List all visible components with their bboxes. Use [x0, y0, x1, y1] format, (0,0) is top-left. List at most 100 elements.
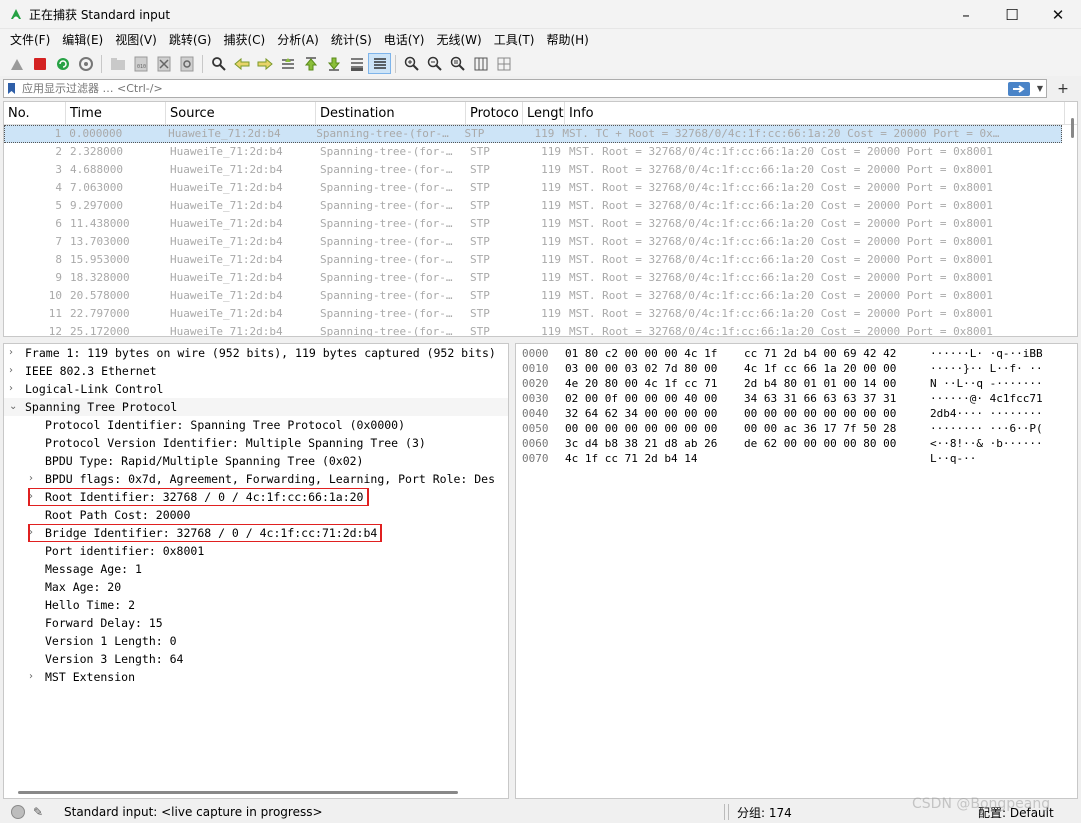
stop-capture-icon[interactable]: [28, 53, 51, 74]
menu-item[interactable]: 文件(F): [4, 29, 56, 51]
packet-cell: Spanning-tree-(for-…: [320, 325, 453, 337]
detail-tree-item[interactable]: Max Age: 20: [4, 578, 508, 596]
column-header[interactable]: Info: [565, 102, 1065, 124]
detail-tree-item[interactable]: Version 3 Length: 64: [4, 650, 508, 668]
detail-tree-item[interactable]: Spanning Tree Protocol ⌄: [4, 398, 508, 416]
chevron-right-icon[interactable]: ›: [9, 380, 19, 398]
packet-row[interactable]: 4 7.063000 HuaweiTe_71:2d:b4 Spanning-tree-…: [4, 179, 1077, 197]
menu-item[interactable]: 分析(A): [271, 29, 325, 51]
packet-row[interactable]: 11 22.797000 HuaweiTe_71:2d:b4 Spanning-tre…: [4, 305, 1077, 323]
packet-row[interactable]: 5 9.297000 HuaweiTe_71:2d:b4 Spanning-tree-…: [4, 197, 1077, 215]
byte-row[interactable]: 0010 03 00 00 03 02 7d 80 00 4c 1f cc 66 1…: [516, 361, 1077, 376]
capture-options-icon[interactable]: [74, 53, 97, 74]
chevron-right-icon[interactable]: ›: [29, 488, 39, 506]
detail-tree-item[interactable]: IEEE 802.3 Ethernet ›: [4, 362, 508, 380]
filter-history-dropdown[interactable]: ▼: [1034, 84, 1046, 93]
open-file-icon[interactable]: [106, 53, 129, 74]
chevron-right-icon[interactable]: ›: [9, 362, 19, 380]
menu-item[interactable]: 统计(S): [325, 29, 378, 51]
byte-row[interactable]: 0030 02 00 0f 00 00 00 40 00 34 63 31 66 6…: [516, 391, 1077, 406]
chevron-right-icon[interactable]: ›: [29, 470, 39, 488]
detail-tree-item[interactable]: Protocol Version Identifier: Multiple Sp…: [4, 434, 508, 452]
chevron-down-icon[interactable]: ⌄: [9, 398, 19, 416]
hex-bytes: 4c 1f cc 66 1a 20 00 00: [744, 362, 897, 375]
detail-tree-item[interactable]: Forward Delay: 15: [4, 614, 508, 632]
horizontal-scrollbar[interactable]: [18, 791, 458, 794]
column-header[interactable]: Source: [166, 102, 316, 124]
start-capture-icon[interactable]: [5, 53, 28, 74]
resize-columns-icon[interactable]: [469, 53, 492, 74]
go-back-icon[interactable]: [230, 53, 253, 74]
detail-tree-item[interactable]: Version 1 Length: 0: [4, 632, 508, 650]
minimize-button[interactable]: –: [943, 0, 989, 29]
detail-tree-item[interactable]: Port identifier: 0x8001: [4, 542, 508, 560]
byte-row[interactable]: 0060 3c d4 b8 38 21 d8 ab 26 de 62 00 00 0…: [516, 436, 1077, 451]
packet-row[interactable]: 6 11.438000 HuaweiTe_71:2d:b4 Spanning-tree…: [4, 215, 1077, 233]
column-header[interactable]: No.: [4, 102, 66, 124]
display-filter-input[interactable]: [18, 80, 1008, 97]
menu-item[interactable]: 捕获(C): [217, 29, 271, 51]
menu-item[interactable]: 电话(Y): [378, 29, 431, 51]
zoom-in-icon[interactable]: [400, 53, 423, 74]
chevron-right-icon[interactable]: ›: [29, 524, 39, 542]
column-header[interactable]: Protoco: [466, 102, 523, 124]
menu-item[interactable]: 帮助(H): [540, 29, 594, 51]
packet-row[interactable]: 7 13.703000 HuaweiTe_71:2d:b4 Spanning-tree…: [4, 233, 1077, 251]
detail-tree-item[interactable]: Protocol Identifier: Spanning Tree Proto…: [4, 416, 508, 434]
byte-row[interactable]: 0040 32 64 62 34 00 00 00 00 00 00 00 00 0…: [516, 406, 1077, 421]
detail-tree-item[interactable]: Root Identifier: 32768 / 0 / 4c:1f:cc:66…: [4, 488, 508, 506]
menu-item[interactable]: 编辑(E): [56, 29, 109, 51]
packet-row[interactable]: 2 2.328000 HuaweiTe_71:2d:b4 Spanning-tree-…: [4, 143, 1077, 161]
reload-file-icon[interactable]: [175, 53, 198, 74]
chevron-right-icon[interactable]: ›: [9, 344, 19, 362]
byte-row[interactable]: 0050 00 00 00 00 00 00 00 00 00 00 ac 36 1…: [516, 421, 1077, 436]
column-header[interactable]: Lengt: [523, 102, 565, 124]
close-button[interactable]: ✕: [1035, 0, 1081, 29]
packet-row[interactable]: 10 20.578000 HuaweiTe_71:2d:b4 Spanning-tre…: [4, 287, 1077, 305]
expert-info-icon[interactable]: [11, 805, 25, 819]
menu-item[interactable]: 视图(V): [109, 29, 163, 51]
layout-icon[interactable]: [492, 53, 515, 74]
detail-tree-item[interactable]: Frame 1: 119 bytes on wire (952 bits), 1…: [4, 344, 508, 362]
last-packet-icon[interactable]: [322, 53, 345, 74]
add-filter-button[interactable]: +: [1053, 81, 1073, 97]
byte-row[interactable]: 0070 4c 1f cc 71 2d b4 14 L··q-··: [516, 451, 1077, 466]
detail-tree-item[interactable]: Logical-Link Control ›: [4, 380, 508, 398]
detail-tree-item[interactable]: Hello Time: 2: [4, 596, 508, 614]
detail-tree-item[interactable]: Bridge Identifier: 32768 / 0 / 4c:1f:cc:…: [4, 524, 508, 542]
auto-scroll-icon[interactable]: [345, 53, 368, 74]
menu-item[interactable]: 跳转(G): [163, 29, 218, 51]
close-file-icon[interactable]: [152, 53, 175, 74]
edit-comment-icon[interactable]: ✎: [33, 805, 43, 819]
zoom-out-icon[interactable]: [423, 53, 446, 74]
go-forward-icon[interactable]: [253, 53, 276, 74]
save-file-icon[interactable]: 010: [129, 53, 152, 74]
apply-filter-button[interactable]: [1008, 81, 1030, 96]
packet-row[interactable]: 3 4.688000 HuaweiTe_71:2d:b4 Spanning-tree-…: [4, 161, 1077, 179]
detail-tree-item[interactable]: Message Age: 1: [4, 560, 508, 578]
go-to-packet-icon[interactable]: [276, 53, 299, 74]
detail-tree-item[interactable]: BPDU flags: 0x7d, Agreement, Forwarding,…: [4, 470, 508, 488]
packet-row[interactable]: 1 0.000000 HuaweiTe_71:2d:b4 Spanning-tree-…: [4, 125, 1062, 143]
chevron-right-icon[interactable]: ›: [29, 668, 39, 686]
colorize-icon[interactable]: [368, 53, 391, 74]
menu-item[interactable]: 工具(T): [488, 29, 541, 51]
byte-row[interactable]: 0020 4e 20 80 00 4c 1f cc 71 2d b4 80 01 0…: [516, 376, 1077, 391]
bookmark-icon[interactable]: [4, 80, 18, 97]
column-header[interactable]: Destination: [316, 102, 466, 124]
maximize-button[interactable]: ☐: [989, 0, 1035, 29]
first-packet-icon[interactable]: [299, 53, 322, 74]
detail-tree-item[interactable]: Root Path Cost: 20000: [4, 506, 508, 524]
detail-tree-item[interactable]: MST Extension ›: [4, 668, 508, 686]
packet-row[interactable]: 9 18.328000 HuaweiTe_71:2d:b4 Spanning-tree…: [4, 269, 1077, 287]
scrollbar[interactable]: [1071, 118, 1074, 138]
menu-item[interactable]: 无线(W): [431, 29, 488, 51]
detail-tree-item[interactable]: BPDU Type: Rapid/Multiple Spanning Tree …: [4, 452, 508, 470]
restart-capture-icon[interactable]: [51, 53, 74, 74]
packet-row[interactable]: 12 25.172000 HuaweiTe_71:2d:b4 Spanning-tre…: [4, 323, 1077, 337]
byte-row[interactable]: 0000 01 80 c2 00 00 00 4c 1f cc 71 2d b4 0…: [516, 346, 1077, 361]
packet-row[interactable]: 8 15.953000 HuaweiTe_71:2d:b4 Spanning-tree…: [4, 251, 1077, 269]
column-header[interactable]: Time: [66, 102, 166, 124]
normal-size-icon[interactable]: [446, 53, 469, 74]
find-packet-icon[interactable]: [207, 53, 230, 74]
